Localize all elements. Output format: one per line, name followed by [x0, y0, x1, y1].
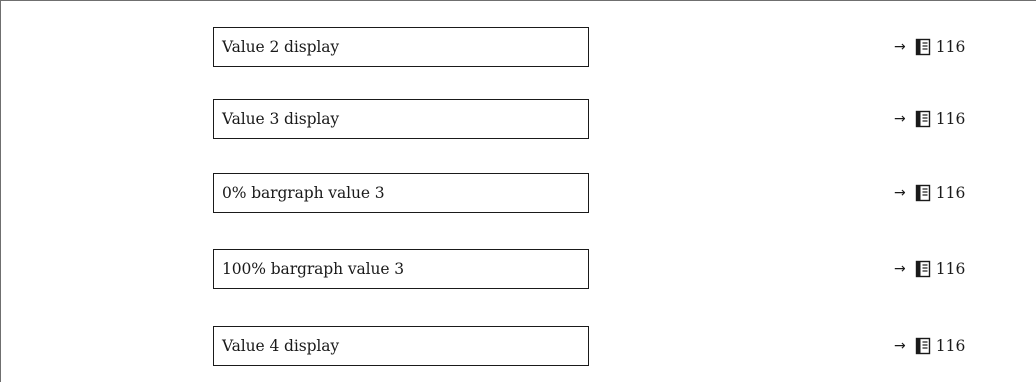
arrow-right-icon: →	[894, 39, 906, 55]
page-number: 116	[935, 110, 966, 128]
page-number: 116	[935, 184, 966, 202]
page-number: 116	[935, 38, 966, 56]
page-reference-icon	[914, 337, 932, 355]
page-reference-icon	[914, 184, 932, 202]
parameter-label: 0% bargraph value 3	[222, 184, 385, 202]
page-reference-icon	[914, 110, 932, 128]
parameter-label: Value 4 display	[222, 337, 340, 355]
page-number: 116	[935, 337, 966, 355]
page-reference-icon	[914, 260, 932, 278]
page-reference[interactable]: → 116	[894, 249, 965, 289]
arrow-right-icon: →	[894, 261, 906, 277]
parameter-box-value-3-display[interactable]: Value 3 display	[213, 99, 589, 139]
page-reference[interactable]: → 116	[894, 173, 965, 213]
parameter-label: Value 2 display	[222, 38, 340, 56]
parameter-label: 100% bargraph value 3	[222, 260, 405, 278]
page-reference[interactable]: → 116	[894, 99, 965, 139]
frame-left-border	[0, 0, 1, 382]
parameter-box-0-bargraph-value-3[interactable]: 0% bargraph value 3	[213, 173, 589, 213]
arrow-right-icon: →	[894, 111, 906, 127]
parameter-label: Value 3 display	[222, 110, 340, 128]
parameter-box-value-2-display[interactable]: Value 2 display	[213, 27, 589, 67]
arrow-right-icon: →	[894, 185, 906, 201]
arrow-right-icon: →	[894, 338, 906, 354]
page-number: 116	[935, 260, 966, 278]
page-reference[interactable]: → 116	[894, 27, 965, 67]
page-reference[interactable]: → 116	[894, 326, 965, 366]
parameter-box-100-bargraph-value-3[interactable]: 100% bargraph value 3	[213, 249, 589, 289]
page-reference-icon	[914, 38, 932, 56]
frame-top-border	[0, 0, 1036, 1]
parameter-box-value-4-display[interactable]: Value 4 display	[213, 326, 589, 366]
